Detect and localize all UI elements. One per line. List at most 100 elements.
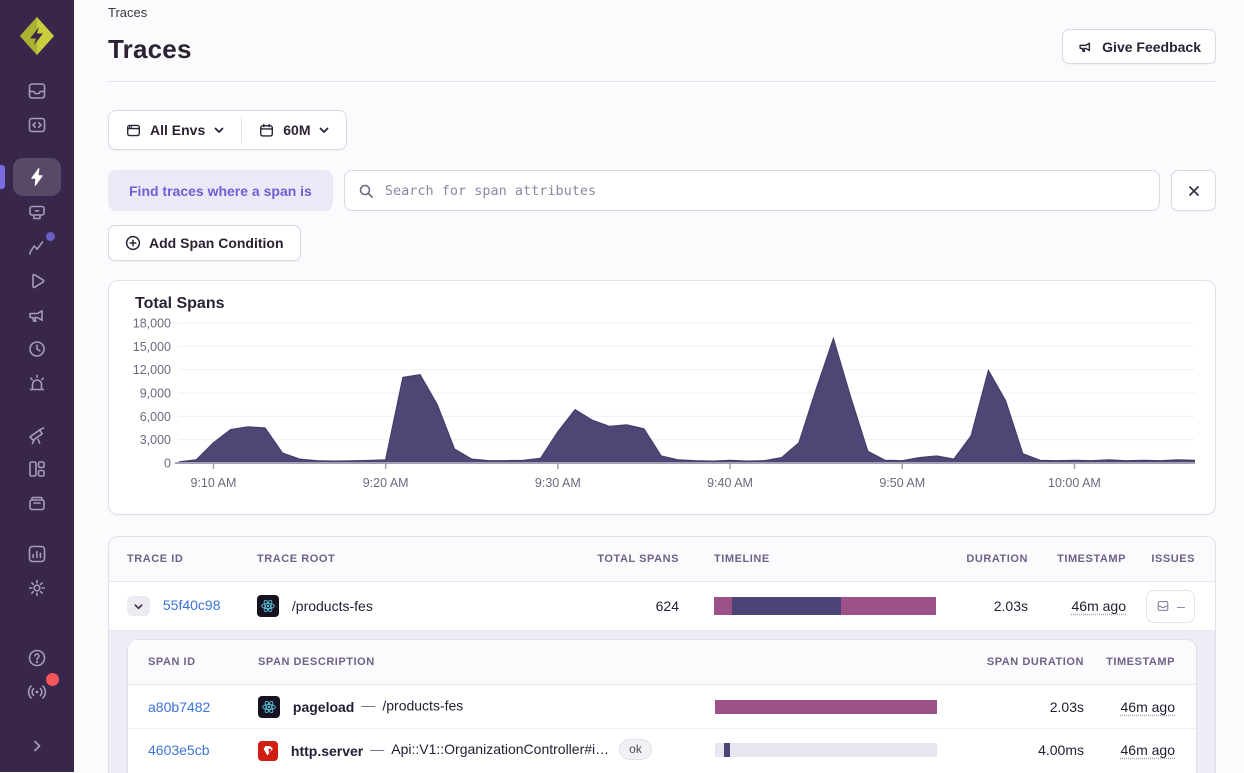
span-timeline-bar — [715, 743, 937, 757]
span-op: http.server — [291, 743, 363, 759]
separator: — — [363, 741, 391, 757]
expand-trace-button[interactable] — [127, 596, 150, 616]
active-indicator — [0, 165, 5, 189]
span-row[interactable]: a80b7482 pageload—/products-fes — [128, 685, 1196, 728]
help-icon[interactable] — [13, 641, 61, 675]
svg-text:3,000: 3,000 — [140, 433, 171, 447]
issues-icon — [1156, 599, 1170, 613]
span-description: /products-fes — [382, 697, 463, 713]
breadcrumb[interactable]: Traces — [108, 3, 1216, 20]
chevron-down-icon — [318, 124, 330, 136]
search-icon — [358, 183, 374, 199]
close-icon — [1187, 184, 1201, 198]
col-issues: ISSUES — [1126, 553, 1213, 565]
span-duration: 2.03s — [943, 699, 1084, 715]
span-search-box[interactable] — [344, 170, 1160, 211]
span-timeline-bar — [715, 700, 937, 714]
performance-chart-icon[interactable] — [13, 230, 61, 264]
whats-new-broadcast-icon[interactable] — [13, 675, 61, 709]
svg-text:10:00 AM: 10:00 AM — [1048, 476, 1101, 490]
svg-text:9:50 AM: 9:50 AM — [879, 476, 925, 490]
separator: — — [354, 697, 382, 713]
spans-table-header: SPAN ID SPAN DESCRIPTION SPAN DURATION T… — [128, 640, 1196, 685]
trace-duration: 2.03s — [936, 598, 1028, 614]
spans-table: SPAN ID SPAN DESCRIPTION SPAN DURATION T… — [127, 639, 1197, 773]
org-logo[interactable] — [15, 14, 59, 58]
explore-lightning-icon[interactable] — [13, 158, 61, 196]
issues-count: – — [1177, 598, 1185, 614]
replays-play-icon[interactable] — [13, 264, 61, 298]
calendar-icon — [258, 122, 275, 139]
svg-text:15,000: 15,000 — [133, 340, 171, 354]
total-spans-chart-panel: Total Spans 0 3,000 6,000 9,000 12,000 15,000… — [108, 280, 1216, 515]
total-spans-area-chart[interactable]: 0 3,000 6,000 9,000 12,000 15,000 18,000 9:10 A… — [127, 315, 1195, 497]
trace-id-link[interactable]: 55f40c98 — [163, 597, 221, 613]
new-badge-dot — [46, 232, 55, 241]
stats-icon[interactable] — [13, 537, 61, 571]
span-row[interactable]: 4603e5cb http.server—Api::V1::Organizati… — [128, 728, 1196, 771]
releases-archive-icon[interactable] — [13, 486, 61, 520]
add-span-condition-label: Add Span Condition — [149, 235, 284, 251]
time-range-filter[interactable]: 60M — [242, 111, 346, 149]
svg-text:9,000: 9,000 — [140, 387, 171, 401]
clear-search-button[interactable] — [1171, 170, 1216, 211]
svg-text:6,000: 6,000 — [140, 410, 171, 424]
feedback-megaphone-icon[interactable] — [13, 298, 61, 332]
crons-clock-icon[interactable] — [13, 332, 61, 366]
svg-text:9:30 AM: 9:30 AM — [535, 476, 581, 490]
issues-icon[interactable] — [13, 74, 61, 108]
react-icon — [258, 696, 280, 718]
chevron-down-icon — [213, 124, 225, 136]
col-span-duration: SPAN DURATION — [943, 656, 1084, 668]
col-span-description: SPAN DESCRIPTION — [258, 656, 693, 668]
col-trace-root: TRACE ROOT — [257, 553, 569, 565]
span-id-link[interactable]: a80b7482 — [148, 699, 210, 715]
span-timestamp[interactable]: 46m ago — [1121, 699, 1175, 715]
chevron-down-icon — [133, 601, 144, 612]
find-traces-label: Find traces where a span is — [108, 170, 333, 211]
trace-timestamp[interactable]: 46m ago — [1072, 598, 1126, 614]
trace-timeline-bar — [714, 597, 936, 615]
traces-table-header: TRACE ID TRACE ROOT TOTAL SPANS TIMELINE… — [109, 537, 1215, 582]
sidebar — [0, 0, 74, 772]
window-icon — [125, 122, 142, 139]
svg-text:9:20 AM: 9:20 AM — [363, 476, 409, 490]
trace-issues-badge[interactable]: – — [1146, 590, 1195, 623]
chart-title: Total Spans — [135, 295, 1197, 313]
settings-gear-icon[interactable] — [13, 571, 61, 605]
projects-icon[interactable] — [13, 108, 61, 142]
svg-text:9:40 AM: 9:40 AM — [707, 476, 753, 490]
total-spans-value: 624 — [569, 598, 679, 614]
trace-root-name: /products-fes — [292, 598, 373, 614]
collapse-chevron-icon[interactable] — [13, 729, 61, 763]
dashboards-layout-icon[interactable] — [13, 452, 61, 486]
unread-badge-dot — [46, 673, 59, 686]
discover-telescope-icon[interactable] — [13, 418, 61, 452]
span-timestamp[interactable]: 46m ago — [1121, 742, 1175, 758]
time-range-label: 60M — [283, 122, 310, 138]
add-span-condition-button[interactable]: Add Span Condition — [108, 225, 301, 261]
trace-row[interactable]: 55f40c98 /products-fes 624 2.0 — [109, 582, 1215, 630]
span-search-row: Find traces where a span is — [108, 170, 1216, 211]
svg-text:12,000: 12,000 — [133, 363, 171, 377]
svg-text:0: 0 — [164, 457, 171, 471]
filter-bar: All Envs 60M — [108, 110, 347, 150]
svg-text:18,000: 18,000 — [133, 317, 171, 331]
col-duration: DURATION — [936, 553, 1028, 565]
col-timestamp: TIMESTAMP — [1028, 553, 1126, 565]
give-feedback-button[interactable]: Give Feedback — [1062, 29, 1216, 64]
insights-projector-icon[interactable] — [13, 196, 61, 230]
main-content: Traces Traces Give Feedback All Envs — [74, 0, 1244, 772]
span-op: pageload — [293, 699, 354, 715]
span-search-input[interactable] — [383, 182, 1146, 200]
col-timeline: TIMELINE — [679, 553, 936, 565]
span-id-link[interactable]: 4603e5cb — [148, 742, 210, 758]
col-span-timestamp: TIMESTAMP — [1084, 656, 1196, 668]
environment-filter[interactable]: All Envs — [109, 111, 241, 149]
react-icon — [257, 595, 279, 617]
alerts-siren-icon[interactable] — [13, 366, 61, 400]
span-description: Api::V1::OrganizationController#i… — [391, 741, 609, 757]
span-duration: 4.00ms — [943, 742, 1084, 758]
span-status-badge: ok — [619, 739, 652, 760]
svg-text:9:10 AM: 9:10 AM — [191, 476, 237, 490]
